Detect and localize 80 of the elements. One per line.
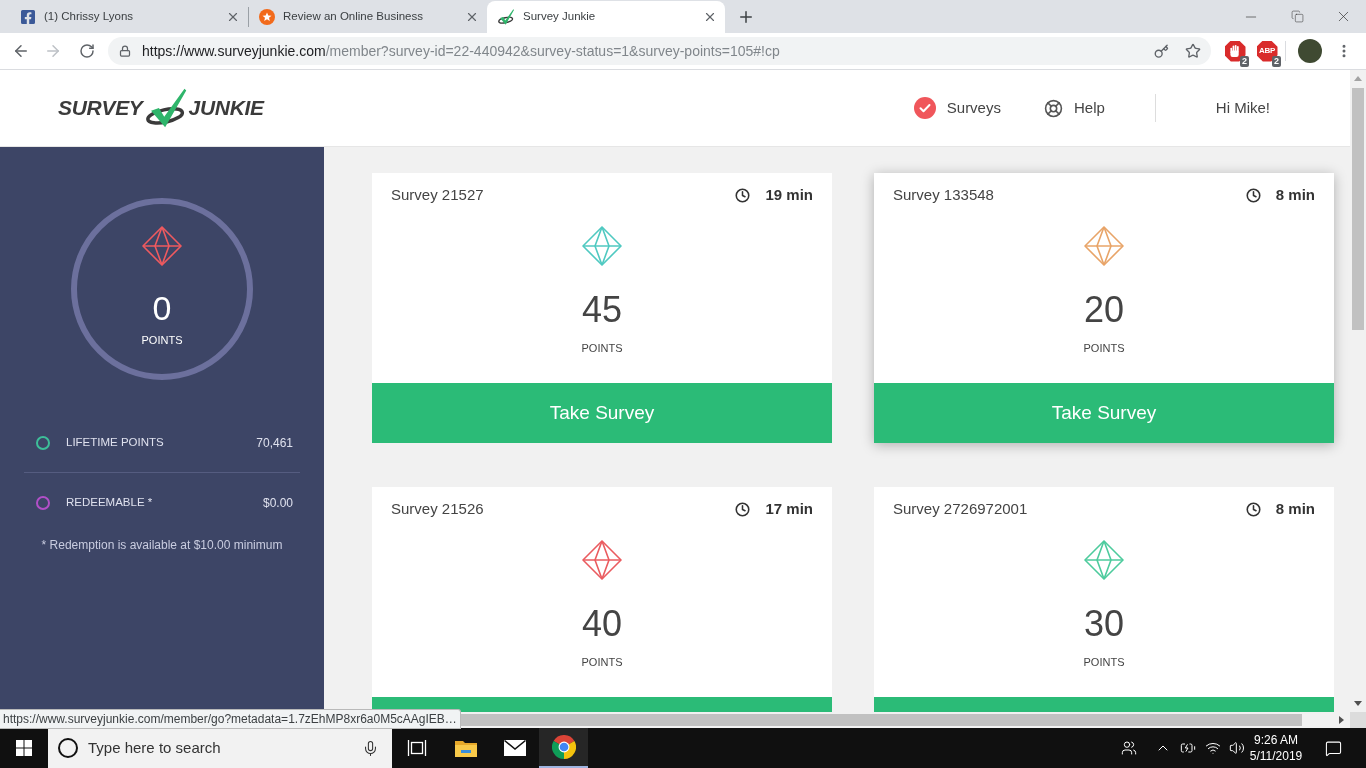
points-value: 0 [152,288,172,328]
new-tab-icon[interactable] [737,8,755,26]
survey-title: Survey 21527 [391,184,484,205]
clock-icon [735,187,751,203]
people-icon[interactable] [1121,740,1137,756]
avatar[interactable] [1298,39,1322,63]
star-badge-icon [259,9,275,25]
points-label: POINTS [581,341,623,355]
scroll-right-icon[interactable] [1339,716,1344,724]
points-label: POINTS [1083,341,1125,355]
notification-icon[interactable] [1324,739,1342,757]
url-text: https://www.surveyjunkie.com/member?survey-id=22-440942&survey-status=1&survey-points=105#!cp [142,41,780,61]
points-label: POINTS [141,333,183,347]
close-icon[interactable] [703,10,717,24]
notification-badge: 2 [1240,56,1249,67]
search-field[interactable]: Type here to search [88,736,362,760]
survey-title: Survey 21526 [391,498,484,519]
chrome-icon [551,735,576,759]
points-label: POINTS [581,655,623,669]
clock-date[interactable]: 5/11/2019 [1249,748,1303,764]
key-icon[interactable] [1153,43,1169,59]
stat-value: $0.00 [262,495,293,512]
status-link-tooltip: https://www.surveyjunkie.com/member/go?metadata=1.7zEhMP8xr6a0M5cAAgIEB… [0,709,461,729]
survey-duration: 8 min [1275,498,1315,519]
search-box[interactable]: Type here to search [48,728,392,768]
browser-tab[interactable]: (1) Chrissy Lyons [10,1,248,33]
nav-link[interactable]: Help [1043,96,1105,120]
points-value: 40 [581,604,622,644]
microphone-icon[interactable] [362,739,379,757]
stat-label: REDEEMABLE * [66,495,153,511]
points-label: POINTS [1083,655,1125,669]
check-circle-icon [913,97,936,119]
lock-icon[interactable] [119,45,131,57]
survey-duration: 17 min [765,498,813,519]
check-swoosh-icon [143,87,188,129]
wifi-icon[interactable] [1205,740,1221,756]
start-icon[interactable] [16,740,32,756]
stat-label: LIFETIME POINTS [66,434,164,450]
scroll-down-icon[interactable] [1354,701,1362,706]
lifebuoy-icon [1043,98,1063,118]
back-icon[interactable] [12,42,30,60]
survey-duration: 8 min [1275,184,1315,205]
points-value: 45 [581,290,622,330]
stat-value: 70,461 [256,434,293,452]
survey-duration: 19 min [765,184,813,205]
site-logo[interactable]: SURVEY JUNKIE [58,87,264,129]
bookmark-star-icon[interactable] [1185,43,1201,59]
volume-icon[interactable] [1229,740,1245,756]
envelope-icon [503,740,526,756]
reload-icon[interactable] [79,43,95,59]
battery-icon[interactable] [1180,740,1196,756]
vertical-scrollbar[interactable] [1350,70,1366,712]
scrollbar-thumb[interactable] [1352,88,1364,330]
clock-icon [1245,501,1261,517]
task-view-icon [406,739,427,757]
clock-icon [735,501,751,517]
redemption-note: * Redemption is available at $10.00 minimum [41,537,283,553]
points-value: 20 [1083,290,1124,330]
facebook-icon [20,9,36,25]
close-icon[interactable] [465,10,479,24]
address-bar[interactable]: https://www.surveyjunkie.com/member?survey-id=22-440942&survey-status=1&survey-points=105#!cp [108,37,1211,65]
nav-link[interactable]: Surveys [913,96,1001,120]
notification-badge: 2 [1272,56,1281,67]
survey-title: Survey 2726972001 [893,498,1028,519]
taskbar-button[interactable] [539,728,588,768]
hand-icon [1230,45,1240,57]
survey-title: Survey 133548 [893,184,994,205]
browser-tab[interactable]: Survey Junkie [487,1,725,33]
scrollbar-corner [1350,712,1366,728]
browser-tab[interactable]: Review an Online Business [249,1,487,33]
close-icon[interactable] [226,10,240,24]
clock-icon [1245,187,1261,203]
folder-icon [454,739,477,757]
clock-time[interactable]: 9:26 AM [1254,732,1298,748]
greeting: Hi Mike! [1215,97,1270,118]
diamond-icon [142,226,182,266]
extension-button[interactable] [1224,40,1246,62]
ring-icon [58,738,78,758]
check-swoosh-icon [497,9,515,25]
points-value: 30 [1083,604,1124,644]
